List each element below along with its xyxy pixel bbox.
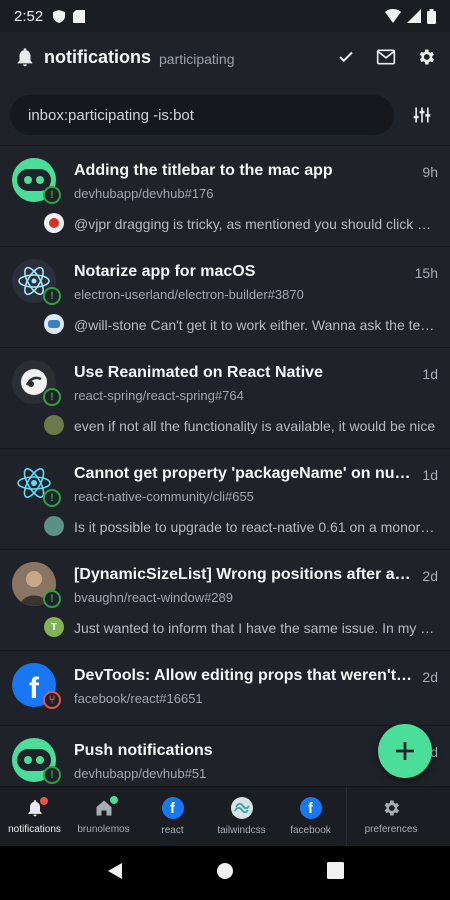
- mark-all-read-button[interactable]: [336, 47, 356, 67]
- nav-label: preferences: [364, 824, 418, 835]
- nav-item-facebook[interactable]: f facebook: [276, 787, 345, 846]
- open-issue-icon: !: [43, 766, 61, 784]
- commenter-avatar: [44, 516, 64, 536]
- notification-title: [DynamicSizeList] Wrong positions after …: [74, 566, 414, 583]
- unread-dot: [110, 796, 118, 804]
- commenter-avatar: [44, 415, 64, 435]
- notification-title: Cannot get property 'packageName' on nul…: [74, 465, 414, 482]
- commenter-avatar: T: [44, 617, 64, 637]
- search-row: inbox:participating -is:bot: [0, 90, 450, 140]
- nav-label: facebook: [290, 825, 331, 836]
- inbox-button[interactable]: [376, 47, 396, 67]
- notification-title: Adding the titlebar to the mac app: [74, 162, 333, 179]
- add-column-button[interactable]: [378, 724, 432, 778]
- check-icon: [339, 51, 353, 63]
- page-title: notifications: [44, 46, 151, 67]
- notification-repo[interactable]: devhubapp/devhub#176: [74, 186, 214, 201]
- open-issue-icon: !: [43, 388, 61, 406]
- search-query: inbox:participating -is:bot: [28, 106, 194, 124]
- facebook-icon: f: [299, 797, 322, 819]
- home-button[interactable]: [216, 862, 234, 885]
- nav-item-preferences[interactable]: preferences: [348, 787, 434, 846]
- notification-time: 15h: [414, 265, 438, 281]
- tailwind-icon: [230, 797, 253, 819]
- notification-comment: @will-stone Can't get it to work either.…: [74, 317, 436, 333]
- commenter-avatar: [44, 213, 64, 233]
- notification-repo[interactable]: react-native-community/cli#655: [74, 489, 254, 504]
- notification-item[interactable]: f ⑂ DevTools: Allow editing props that w…: [0, 651, 450, 726]
- open-issue-icon: !: [43, 590, 61, 608]
- battery-icon: [427, 8, 436, 24]
- wifi-icon: [385, 9, 401, 23]
- notification-item[interactable]: ! Adding the titlebar to the mac app 9h …: [0, 146, 450, 247]
- nav-label: react: [161, 825, 184, 836]
- notification-time: 1d: [422, 366, 438, 382]
- settings-button[interactable]: [416, 47, 436, 67]
- bell-icon: [17, 48, 33, 67]
- status-bar: 2:52: [0, 0, 450, 32]
- commenter-avatar: [44, 314, 64, 334]
- notification-repo[interactable]: devhubapp/devhub#51: [74, 766, 206, 781]
- notification-title: Notarize app for macOS: [74, 263, 256, 280]
- notification-title: Push notifications: [74, 742, 213, 759]
- notification-comment: Just wanted to inform that I have the sa…: [74, 620, 436, 636]
- notification-item[interactable]: ! Use Reanimated on React Native 1d reac…: [0, 348, 450, 449]
- notification-time: 2d: [422, 568, 438, 584]
- nav-divider: [346, 787, 347, 846]
- facebook-logo-icon: f: [29, 672, 39, 705]
- notification-time: 9h: [422, 164, 438, 180]
- gear-icon: [419, 49, 434, 65]
- envelope-icon: [376, 49, 396, 65]
- notification-repo[interactable]: react-spring/react-spring#764: [74, 388, 244, 403]
- notification-repo[interactable]: facebook/react#16651: [74, 691, 203, 706]
- notification-repo[interactable]: electron-userland/electron-builder#3870: [74, 287, 304, 302]
- notification-comment: @vjpr dragging is tricky, as mentioned y…: [74, 216, 436, 232]
- unread-dot: [40, 797, 48, 805]
- home-circle-icon: [217, 862, 234, 879]
- nav-item-react[interactable]: f react: [138, 787, 207, 846]
- system-nav-bar: [0, 846, 450, 900]
- app-header: notifications participating: [0, 32, 450, 82]
- notification-comment: Is it possible to upgrade to react-nativ…: [74, 519, 436, 535]
- back-button[interactable]: [106, 862, 124, 885]
- bottom-nav: notifications brunolemos f react tailwin…: [0, 786, 450, 846]
- nav-item-brunolemos[interactable]: brunolemos: [69, 787, 138, 846]
- merged-pr-icon: ⑂: [43, 691, 61, 709]
- open-issue-icon: !: [43, 186, 61, 204]
- notification-time: 2d: [422, 669, 438, 685]
- filter-button[interactable]: [412, 105, 432, 125]
- nav-item-tailwindcss[interactable]: tailwindcss: [207, 787, 276, 846]
- sim-card-icon: [73, 9, 86, 23]
- shield-icon: [53, 9, 66, 23]
- page-subtitle: participating: [159, 50, 235, 67]
- open-issue-icon: !: [43, 489, 61, 507]
- search-input[interactable]: inbox:participating -is:bot: [10, 95, 394, 135]
- notification-title: DevTools: Allow editing props that weren…: [74, 667, 414, 684]
- notification-item[interactable]: ! [DynamicSizeList] Wrong positions afte…: [0, 550, 450, 651]
- gear-icon: [384, 800, 399, 816]
- nav-item-notifications[interactable]: notifications: [0, 787, 69, 846]
- notification-time: 1d: [422, 467, 438, 483]
- notification-repo[interactable]: bvaughn/react-window#289: [74, 590, 233, 605]
- recents-button[interactable]: [326, 862, 344, 884]
- status-time: 2:52: [14, 7, 44, 25]
- nav-label: tailwindcss: [217, 825, 266, 836]
- back-triangle-icon: [108, 862, 123, 879]
- signal-icon: [407, 9, 421, 23]
- recents-square-icon: [326, 862, 344, 879]
- notification-title: Use Reanimated on React Native: [74, 364, 323, 381]
- open-issue-icon: !: [43, 287, 61, 305]
- notification-comment: even if not all the functionality is ava…: [74, 418, 436, 434]
- notification-item[interactable]: ! Notarize app for macOS 15h electron-us…: [0, 247, 450, 348]
- facebook-icon: f: [161, 797, 184, 819]
- nav-label: notifications: [8, 824, 61, 835]
- sliders-icon: [413, 107, 431, 123]
- plus-icon: [396, 742, 414, 760]
- notification-item[interactable]: ! Cannot get property 'packageName' on n…: [0, 449, 450, 550]
- nav-label: brunolemos: [77, 824, 130, 835]
- notification-list: ! Adding the titlebar to the mac app 9h …: [0, 145, 450, 785]
